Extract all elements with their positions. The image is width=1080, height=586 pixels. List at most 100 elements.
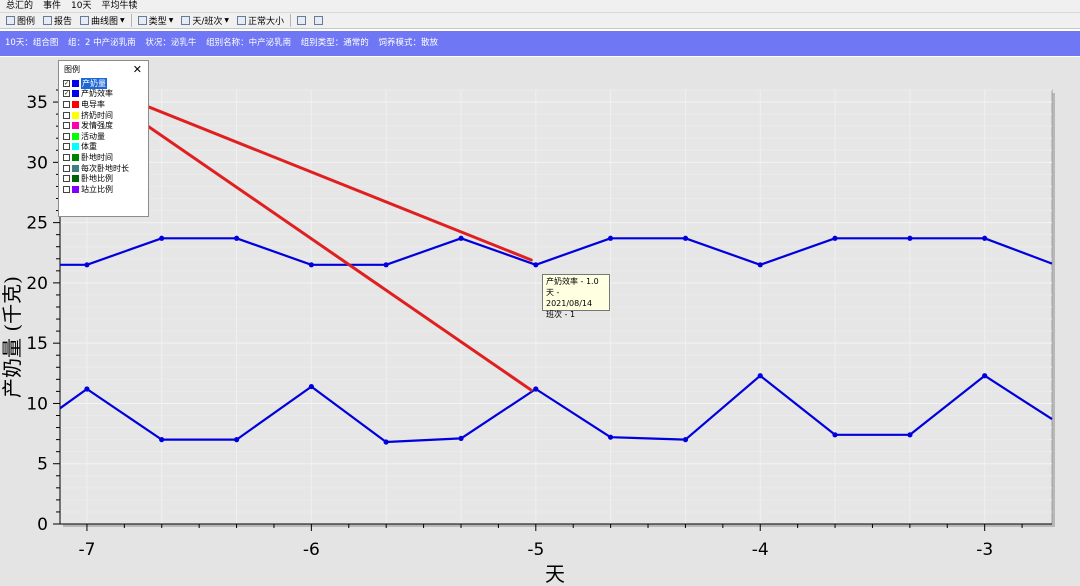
- data-point: [308, 262, 314, 268]
- legend-swatch: [72, 90, 79, 98]
- type-dropdown[interactable]: 类型 ▼: [136, 14, 176, 27]
- legend-item[interactable]: 站立比例: [63, 184, 148, 195]
- legend-item-label: 每次卧地时长: [81, 163, 129, 173]
- data-point: [533, 262, 539, 268]
- legend-checkbox[interactable]: ✓: [63, 79, 70, 87]
- legend-checkbox[interactable]: [63, 185, 70, 193]
- bar-chart-icon: [137, 16, 147, 25]
- legend-item-label: 卧地时间: [81, 152, 113, 162]
- day-shift-dropdown-label: 天/班次: [192, 17, 223, 27]
- legend-item-label: 站立比例: [81, 184, 113, 194]
- data-point: [682, 235, 689, 241]
- legend-checkbox[interactable]: ✓: [63, 90, 70, 98]
- data-point: [832, 235, 838, 241]
- info-bar: 10天：组合图 组：2 中产泌乳南 状况：泌乳牛 组别名称：中产泌乳南 组别类型…: [0, 31, 1080, 56]
- normal-size-button[interactable]: 正常大小: [235, 14, 286, 27]
- info-group-name: 组别名称：中产泌乳南: [206, 38, 292, 48]
- legend-checkbox[interactable]: [63, 153, 70, 161]
- data-point: [533, 386, 539, 392]
- curve-icon: [80, 16, 90, 25]
- data-point: [84, 262, 90, 268]
- pin-icon: [297, 16, 306, 25]
- legend-item[interactable]: ✓ 产奶量: [63, 77, 148, 89]
- data-point: [308, 383, 314, 390]
- y-tick-label: 35: [26, 93, 48, 113]
- data-point: [982, 235, 988, 241]
- type-dropdown-label: 类型: [148, 17, 167, 27]
- zoom-icon: [236, 16, 246, 25]
- legend-button[interactable]: 图例: [4, 14, 37, 27]
- legend-swatch: [72, 111, 79, 119]
- legend-item[interactable]: 体重: [63, 142, 148, 153]
- chevron-down-icon: ▼: [224, 17, 229, 24]
- legend-item-label: 体重: [81, 142, 97, 152]
- legend-item[interactable]: 活动量: [63, 131, 148, 142]
- y-tick-label: 5: [37, 455, 48, 475]
- report-button[interactable]: 报告: [41, 14, 74, 27]
- chart-area[interactable]: 0 5 10 15 20 25 30 35 -7 -6 -5 -4 -3 产奶量 (千克) 天: [0, 57, 1080, 586]
- y-tick-label: 20: [26, 274, 48, 294]
- info-status: 状况：泌乳牛: [145, 38, 197, 48]
- data-point: [458, 435, 464, 442]
- legend-item-label: 挤奶时间: [81, 110, 113, 120]
- calendar-icon: [181, 16, 191, 25]
- data-point: [607, 235, 614, 241]
- legend-checkbox[interactable]: [63, 143, 70, 151]
- x-tick-label: -5: [527, 540, 544, 560]
- legend-checkbox[interactable]: [63, 100, 70, 108]
- toolbar-divider: [290, 14, 291, 27]
- data-point: [757, 373, 763, 379]
- data-point: [682, 437, 689, 443]
- menu-item-events[interactable]: 事件: [43, 0, 61, 12]
- data-point: [907, 432, 913, 438]
- x-tick-label: -7: [78, 540, 95, 560]
- info-group-type: 组别类型：通常的: [300, 38, 369, 48]
- legend-swatch: [72, 122, 79, 130]
- normal-size-button-label: 正常大小: [247, 17, 284, 27]
- chevron-down-icon: ▼: [120, 17, 125, 24]
- tooltip-line-efficiency: 产奶效率 - 1.0: [546, 277, 599, 286]
- legend-item[interactable]: 卧地比例: [63, 173, 148, 184]
- legend-checkbox[interactable]: [63, 111, 70, 119]
- legend-swatch: [72, 164, 79, 172]
- legend-checkbox[interactable]: [63, 175, 70, 183]
- help-button[interactable]: [312, 16, 325, 25]
- legend-button-label: 图例: [17, 17, 36, 27]
- close-icon[interactable]: ✕: [133, 61, 142, 78]
- legend-checkbox[interactable]: [63, 164, 70, 172]
- y-tick-label: 0: [37, 515, 48, 535]
- data-point: [383, 262, 389, 268]
- legend-icon: [6, 16, 15, 25]
- legend-item[interactable]: ✓ 产奶效率: [63, 89, 148, 100]
- curve-dropdown[interactable]: 曲线图 ▼: [78, 14, 127, 27]
- legend-item[interactable]: 电导率: [63, 99, 148, 110]
- legend-swatch: [72, 175, 79, 183]
- legend-checkbox[interactable]: [63, 122, 70, 130]
- menu-item-summary[interactable]: 总汇的: [6, 0, 33, 12]
- legend-swatch: [72, 143, 79, 151]
- toolbar-divider: [130, 14, 132, 27]
- data-point: [832, 432, 838, 438]
- legend-swatch: [72, 153, 79, 161]
- data-point: [234, 437, 240, 443]
- y-tick-label: 30: [26, 153, 48, 173]
- legend-item[interactable]: 卧地时间: [63, 152, 148, 163]
- legend-checkbox[interactable]: [63, 132, 70, 140]
- legend-item[interactable]: 发情强度: [63, 120, 148, 131]
- menu-item-10days[interactable]: 10天: [71, 0, 91, 12]
- day-shift-dropdown[interactable]: 天/班次 ▼: [179, 14, 231, 27]
- data-point: [159, 235, 165, 241]
- legend-swatch: [72, 132, 79, 140]
- data-point: [982, 373, 988, 379]
- legend-item-label: 产奶效率: [81, 89, 113, 99]
- menu-item-avg-calf[interactable]: 平均牛犊: [101, 0, 137, 12]
- pin-button[interactable]: [295, 16, 308, 25]
- legend-item[interactable]: 每次卧地时长: [63, 163, 148, 174]
- data-point: [458, 235, 464, 241]
- tooltip-line-day: 天 - 2021/08/14: [546, 288, 593, 308]
- line-chart[interactable]: 0 5 10 15 20 25 30 35 -7 -6 -5 -4 -3 产奶量 (千克) 天: [0, 57, 1080, 586]
- x-tick-label: -4: [752, 540, 769, 560]
- legend-item[interactable]: 挤奶时间: [63, 110, 148, 121]
- data-point: [383, 439, 389, 445]
- report-button-label: 报告: [54, 17, 73, 27]
